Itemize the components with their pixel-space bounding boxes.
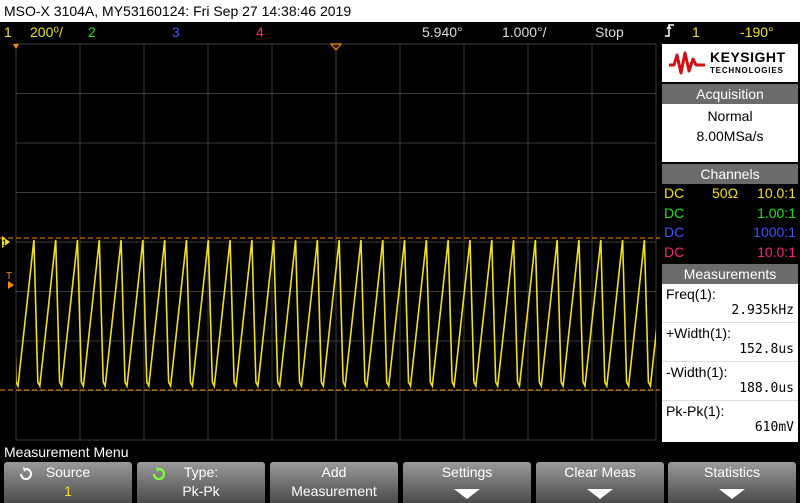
rising-edge-icon [664, 22, 676, 43]
measurements-header[interactable]: Measurements [662, 264, 798, 284]
trigger-level-marker [8, 281, 14, 289]
channel-coupling: DC [664, 204, 685, 221]
submenu-arrow-icon [719, 489, 745, 499]
ch1-scale[interactable]: 200⁰/ [30, 22, 63, 42]
brand-sub: TECHNOLOGIES [710, 66, 784, 75]
clear-meas-softkey[interactable]: Clear Meas [536, 462, 664, 503]
softkey-label: Source [45, 464, 91, 480]
softkey-value: Pk-Pk [182, 483, 220, 499]
softkey-label: Statistics [703, 464, 760, 480]
acquisition-header[interactable]: Acquisition [662, 84, 798, 104]
softkey-label: Add [321, 464, 347, 480]
measurement-row: -Width(1): 188.0us [662, 362, 798, 401]
time-reference-marker [13, 44, 19, 49]
measurement-value: 610mV [754, 420, 794, 435]
channel-row-3[interactable]: DC 1000:1 [662, 223, 798, 243]
channel-probe: 1000:1 [753, 224, 796, 240]
acquisition-panel: Normal 8.00MSa/s [662, 104, 798, 162]
channel-probe: 10.0:1 [757, 243, 796, 260]
channels-header[interactable]: Channels [662, 164, 798, 184]
softkey-label-2: Measurement [291, 483, 377, 499]
trigger-source[interactable]: 1 [692, 22, 700, 42]
trigger-level[interactable]: -190° [740, 22, 774, 42]
channel-coupling: DC [664, 243, 685, 260]
menu-title: Measurement Menu [4, 444, 129, 460]
softkey-label: Type: [183, 464, 219, 480]
softkey-menu: Measurement Menu Source 1 Type: Pk-Pk Ad… [0, 442, 800, 503]
measurement-row: +Width(1): 152.8us [662, 323, 798, 362]
channels-panel: DC 50Ω 10.0:1 DC 1.00:1 DC 1000:1 DC 10.… [662, 184, 798, 262]
sample-rate: 8.00MSa/s [696, 128, 764, 144]
softkey-value: 1 [64, 483, 72, 499]
acquisition-mode: Normal [707, 108, 753, 124]
channel-coupling: DC [664, 224, 685, 240]
channel-row-2[interactable]: DC 1.00:1 [662, 204, 798, 224]
brand-name: KEYSIGHT [710, 49, 786, 65]
measurement-value: 188.0us [739, 381, 794, 396]
ch4-number[interactable]: 4 [256, 22, 264, 42]
measurement-label: -Width(1): [666, 364, 728, 380]
ch1-ground-label: 1 [2, 238, 7, 248]
ch2-number[interactable]: 2 [88, 22, 96, 42]
channel-row-4[interactable]: DC 10.0:1 [662, 243, 798, 263]
trigger-level-label: T [6, 271, 12, 282]
waveform-display[interactable]: 1T [0, 42, 660, 442]
settings-softkey[interactable]: Settings [403, 462, 531, 503]
channel-probe: 1.00:1 [757, 204, 796, 221]
type-softkey[interactable]: Type: Pk-Pk [137, 462, 265, 503]
ch1-waveform [16, 239, 656, 389]
softkey-label: Clear Meas [564, 464, 636, 480]
keysight-logo: KEYSIGHT TECHNOLOGIES [662, 44, 798, 82]
measurement-row: Freq(1): 2.935kHz [662, 284, 798, 323]
run-state: Stop [595, 24, 624, 40]
channel-probe: 10.0:1 [757, 185, 796, 201]
add-measurement-softkey[interactable]: Add Measurement [270, 462, 398, 503]
submenu-arrow-icon [587, 489, 613, 499]
keysight-wave-icon [669, 51, 705, 75]
side-panel: KEYSIGHT TECHNOLOGIES Acquisition Normal… [660, 42, 800, 442]
channel-impedance: 50Ω [712, 185, 739, 201]
measurement-row: Pk-Pk(1): 610mV [662, 401, 798, 440]
time-position[interactable]: 5.940° [422, 22, 463, 42]
ch3-number[interactable]: 3 [172, 22, 180, 42]
channel-coupling: DC [664, 185, 685, 201]
graticule: 1T [0, 43, 660, 441]
measurement-value: 2.935kHz [731, 303, 794, 318]
measurement-label: Pk-Pk(1): [666, 403, 725, 419]
measurement-value: 152.8us [739, 342, 794, 357]
channel-row-1[interactable]: DC 50Ω 10.0:1 [662, 184, 798, 204]
source-softkey[interactable]: Source 1 [4, 462, 132, 503]
measurement-label: +Width(1): [666, 325, 731, 341]
window-title: MSO-X 3104A, MY53160124: Fri Sep 27 14:3… [0, 0, 800, 22]
statistics-softkey[interactable]: Statistics [668, 462, 796, 503]
softkey-label: Settings [441, 464, 493, 480]
status-bar: 1 200⁰/ 2 3 4 5.940° 1.000°/ Stop 1 -190… [0, 22, 800, 42]
time-scale[interactable]: 1.000°/ [502, 22, 547, 42]
measurements-panel: Freq(1): 2.935kHz +Width(1): 152.8us -Wi… [662, 284, 798, 442]
ch1-number[interactable]: 1 [4, 22, 12, 42]
submenu-arrow-icon [454, 489, 480, 499]
measurement-label: Freq(1): [666, 286, 716, 302]
